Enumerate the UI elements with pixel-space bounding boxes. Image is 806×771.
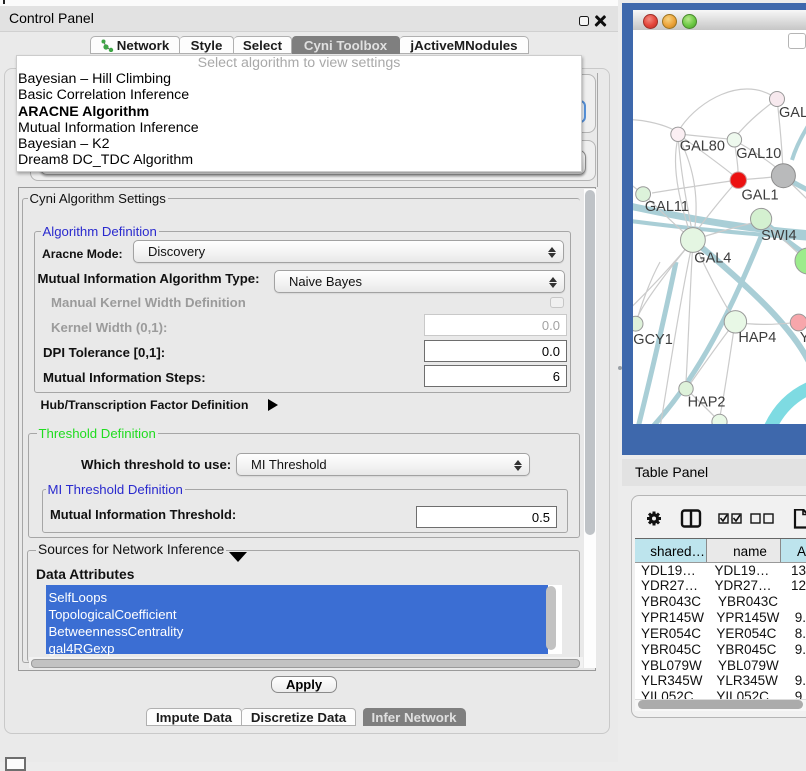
svg-text:SWI4: SWI4 [761, 228, 796, 244]
svg-text:GAL1: GAL1 [742, 187, 779, 203]
svg-text:Y: Y [800, 330, 806, 346]
svg-text:GAL4: GAL4 [694, 250, 731, 266]
svg-text:GAL80: GAL80 [680, 138, 725, 154]
svg-text:GAL10: GAL10 [736, 146, 781, 162]
svg-text:GCY1: GCY1 [633, 332, 673, 348]
svg-text:GAL: GAL [779, 105, 806, 121]
svg-text:HAP4: HAP4 [738, 330, 776, 346]
svg-text:GAL11: GAL11 [645, 199, 689, 215]
svg-text:HAP2: HAP2 [688, 394, 726, 410]
